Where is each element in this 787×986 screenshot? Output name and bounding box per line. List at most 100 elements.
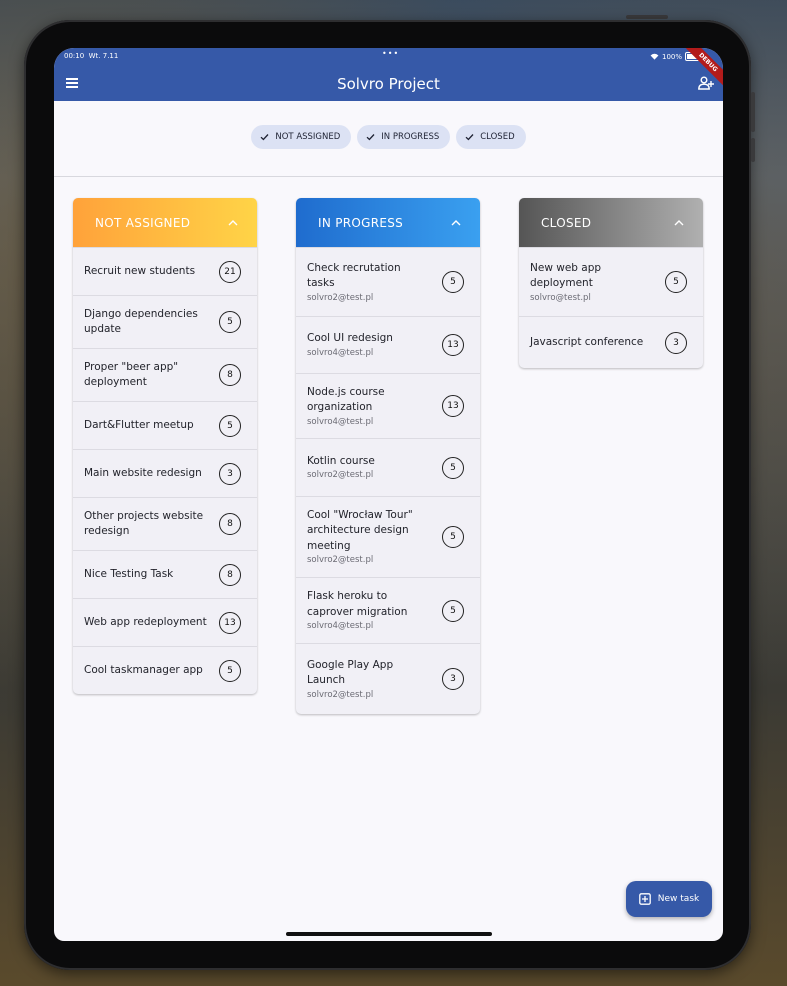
- task-text: Web app redeployment: [84, 615, 207, 631]
- task-text: Cool UI redesign solvro4@test.pl: [307, 331, 393, 359]
- divider: [54, 176, 723, 177]
- task-title: Main website redesign: [84, 466, 202, 479]
- task-row[interactable]: Recruit new students 21: [73, 247, 257, 295]
- task-text: Nice Testing Task: [84, 567, 173, 583]
- story-points-badge: 5: [219, 659, 241, 682]
- task-title: New web app deployment: [530, 261, 602, 290]
- task-assignee: solvro4@test.pl: [307, 416, 374, 427]
- task-text: Node.js course organization solvro4@test…: [307, 385, 407, 428]
- new-task-button[interactable]: New task: [626, 881, 712, 917]
- task-text: Cool "Wrocław Tour" architecture design …: [307, 508, 425, 567]
- column-header-in-progress[interactable]: IN PROGRESS: [296, 198, 480, 247]
- task-row[interactable]: Main website redesign 3: [73, 449, 257, 497]
- chevron-up-icon: [228, 219, 238, 225]
- story-points-badge: 13: [442, 395, 464, 417]
- status-time: 00:10 Wt. 7.11: [64, 52, 118, 60]
- filter-chips: NOT ASSIGNED IN PROGRESS CLOSED: [54, 125, 723, 149]
- chevron-up-icon: [451, 219, 461, 225]
- task-title: Dart&Flutter meetup: [84, 418, 194, 431]
- task-row[interactable]: Kotlin course solvro2@test.pl 5: [296, 438, 480, 496]
- task-row[interactable]: Django dependencies update 5: [73, 295, 257, 348]
- task-text: Cool taskmanager app: [84, 663, 203, 679]
- task-text: Recruit new students: [84, 264, 195, 280]
- task-text: Flask heroku to caprover migration solvr…: [307, 589, 415, 632]
- task-text: Google Play App Launch solvro2@test.pl: [307, 658, 407, 701]
- story-points-badge: 5: [219, 414, 241, 437]
- task-row[interactable]: Other projects website redesign 8: [73, 497, 257, 550]
- filter-chip-label: IN PROGRESS: [381, 132, 440, 142]
- home-indicator[interactable]: [286, 932, 492, 936]
- task-row[interactable]: Proper "beer app" deployment 8: [73, 348, 257, 401]
- task-row[interactable]: Nice Testing Task 8: [73, 550, 257, 598]
- task-title: Django dependencies update: [84, 307, 198, 336]
- volume-up-button: [751, 92, 755, 132]
- task-row[interactable]: New web app deployment solvro@test.pl 5: [519, 247, 703, 316]
- filter-chip-label: NOT ASSIGNED: [275, 132, 341, 142]
- task-row[interactable]: Javascript conference 3: [519, 316, 703, 368]
- task-title: Javascript conference: [530, 335, 644, 348]
- story-points-badge: 13: [219, 611, 241, 634]
- task-text: Main website redesign: [84, 466, 202, 482]
- story-points-badge: 21: [219, 260, 241, 283]
- task-title: Check recrutation tasks: [307, 261, 401, 290]
- task-row[interactable]: Node.js course organization solvro4@test…: [296, 373, 480, 438]
- story-points-badge: 5: [442, 456, 464, 479]
- task-title: Node.js course organization: [307, 385, 385, 414]
- status-clock: 00:10: [64, 52, 85, 60]
- task-row[interactable]: Cool UI redesign solvro4@test.pl 13: [296, 316, 480, 373]
- story-points-badge: 13: [442, 334, 464, 356]
- task-row[interactable]: Flask heroku to caprover migration solvr…: [296, 577, 480, 643]
- app-bar: 00:10 Wt. 7.11 ••• 100% DEBUG Solvro Pro…: [54, 48, 723, 101]
- story-points-badge: 3: [442, 668, 464, 690]
- task-row[interactable]: Cool "Wrocław Tour" architecture design …: [296, 496, 480, 577]
- add-box-icon: [638, 893, 651, 905]
- battery-percent: 100%: [661, 52, 682, 61]
- task-text: Kotlin course solvro2@test.pl: [307, 454, 375, 482]
- task-assignee: solvro4@test.pl: [307, 621, 374, 631]
- add-user-icon[interactable]: [698, 76, 714, 90]
- page-title: Solvro Project: [337, 75, 440, 93]
- filter-chip-in-progress[interactable]: IN PROGRESS: [357, 125, 451, 149]
- task-text: Check recrutation tasks solvro2@test.pl: [307, 261, 417, 304]
- story-points-badge: 5: [219, 311, 241, 333]
- task-text: New web app deployment solvro@test.pl: [530, 261, 634, 304]
- story-points-badge: 5: [442, 599, 464, 622]
- task-row[interactable]: Web app redeployment 13: [73, 598, 257, 646]
- filter-chip-closed[interactable]: CLOSED: [456, 125, 526, 149]
- multitask-dots[interactable]: •••: [382, 49, 399, 58]
- column-header-closed[interactable]: CLOSED: [519, 198, 703, 247]
- check-icon: [366, 134, 375, 141]
- story-points-badge: 5: [442, 271, 464, 293]
- story-points-badge: 8: [219, 563, 241, 586]
- filter-chip-not-assigned[interactable]: NOT ASSIGNED: [251, 125, 352, 149]
- task-text: Django dependencies update: [84, 307, 206, 338]
- task-text: Dart&Flutter meetup: [84, 418, 194, 434]
- column-title: CLOSED: [541, 215, 592, 230]
- task-row[interactable]: Check recrutation tasks solvro2@test.pl …: [296, 247, 480, 316]
- column-header-not-assigned[interactable]: NOT ASSIGNED: [73, 198, 257, 247]
- check-icon: [260, 134, 269, 141]
- volume-down-button: [751, 138, 755, 162]
- column-in-progress: IN PROGRESS Check recrutation tasks solv…: [296, 198, 480, 714]
- task-assignee: solvro2@test.pl: [307, 292, 374, 303]
- chevron-up-icon: [674, 219, 684, 225]
- task-assignee: solvro2@test.pl: [307, 555, 374, 566]
- task-title: Cool UI redesign: [307, 332, 393, 345]
- task-assignee: solvro2@test.pl: [307, 470, 374, 481]
- task-title: Nice Testing Task: [84, 567, 174, 580]
- task-title: Cool "Wrocław Tour" architecture design …: [307, 508, 413, 552]
- app-screen: 00:10 Wt. 7.11 ••• 100% DEBUG Solvro Pro…: [54, 48, 723, 941]
- task-row[interactable]: Google Play App Launch solvro2@test.pl 3: [296, 643, 480, 714]
- task-assignee: solvro@test.pl: [530, 292, 591, 303]
- column-not-assigned: NOT ASSIGNED Recruit new students 21 Dja…: [73, 198, 257, 694]
- story-points-badge: 5: [442, 526, 464, 548]
- task-row[interactable]: Cool taskmanager app 5: [73, 646, 257, 694]
- task-text: Proper "beer app" deployment: [84, 360, 194, 391]
- task-title: Web app redeployment: [84, 615, 207, 628]
- task-title: Other projects website redesign: [84, 509, 204, 538]
- column-title: NOT ASSIGNED: [95, 215, 191, 230]
- status-date: Wt. 7.11: [88, 52, 119, 60]
- story-points-badge: 3: [219, 462, 241, 485]
- top-button: [626, 15, 668, 19]
- task-row[interactable]: Dart&Flutter meetup 5: [73, 401, 257, 449]
